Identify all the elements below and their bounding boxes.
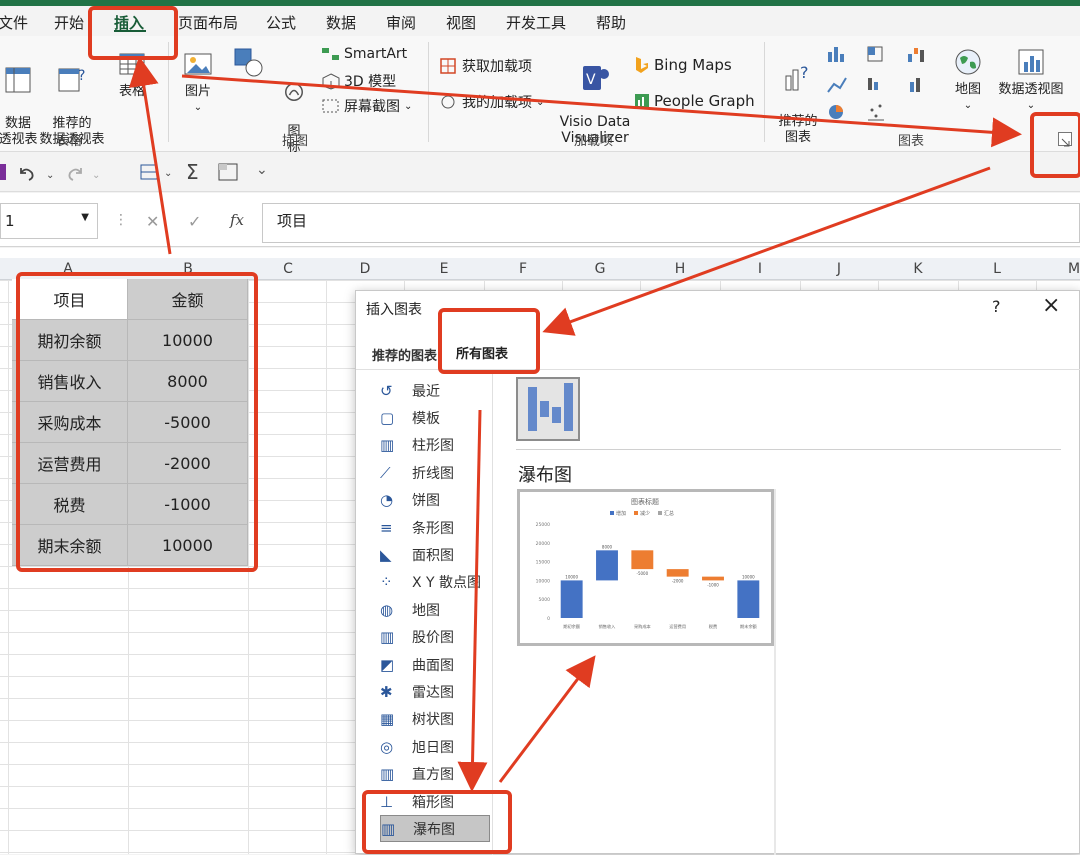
arrow-insert-to-launcher: [181, 74, 1022, 148]
arrow-tab-to-waterfall: [457, 409, 488, 792]
arrow-waterfall-to-preview: [498, 655, 596, 783]
annotation-arrows: [128, 56, 1022, 792]
arrow-table-to-insert: [128, 56, 172, 255]
arrow-launcher-to-all-charts: [542, 166, 991, 336]
